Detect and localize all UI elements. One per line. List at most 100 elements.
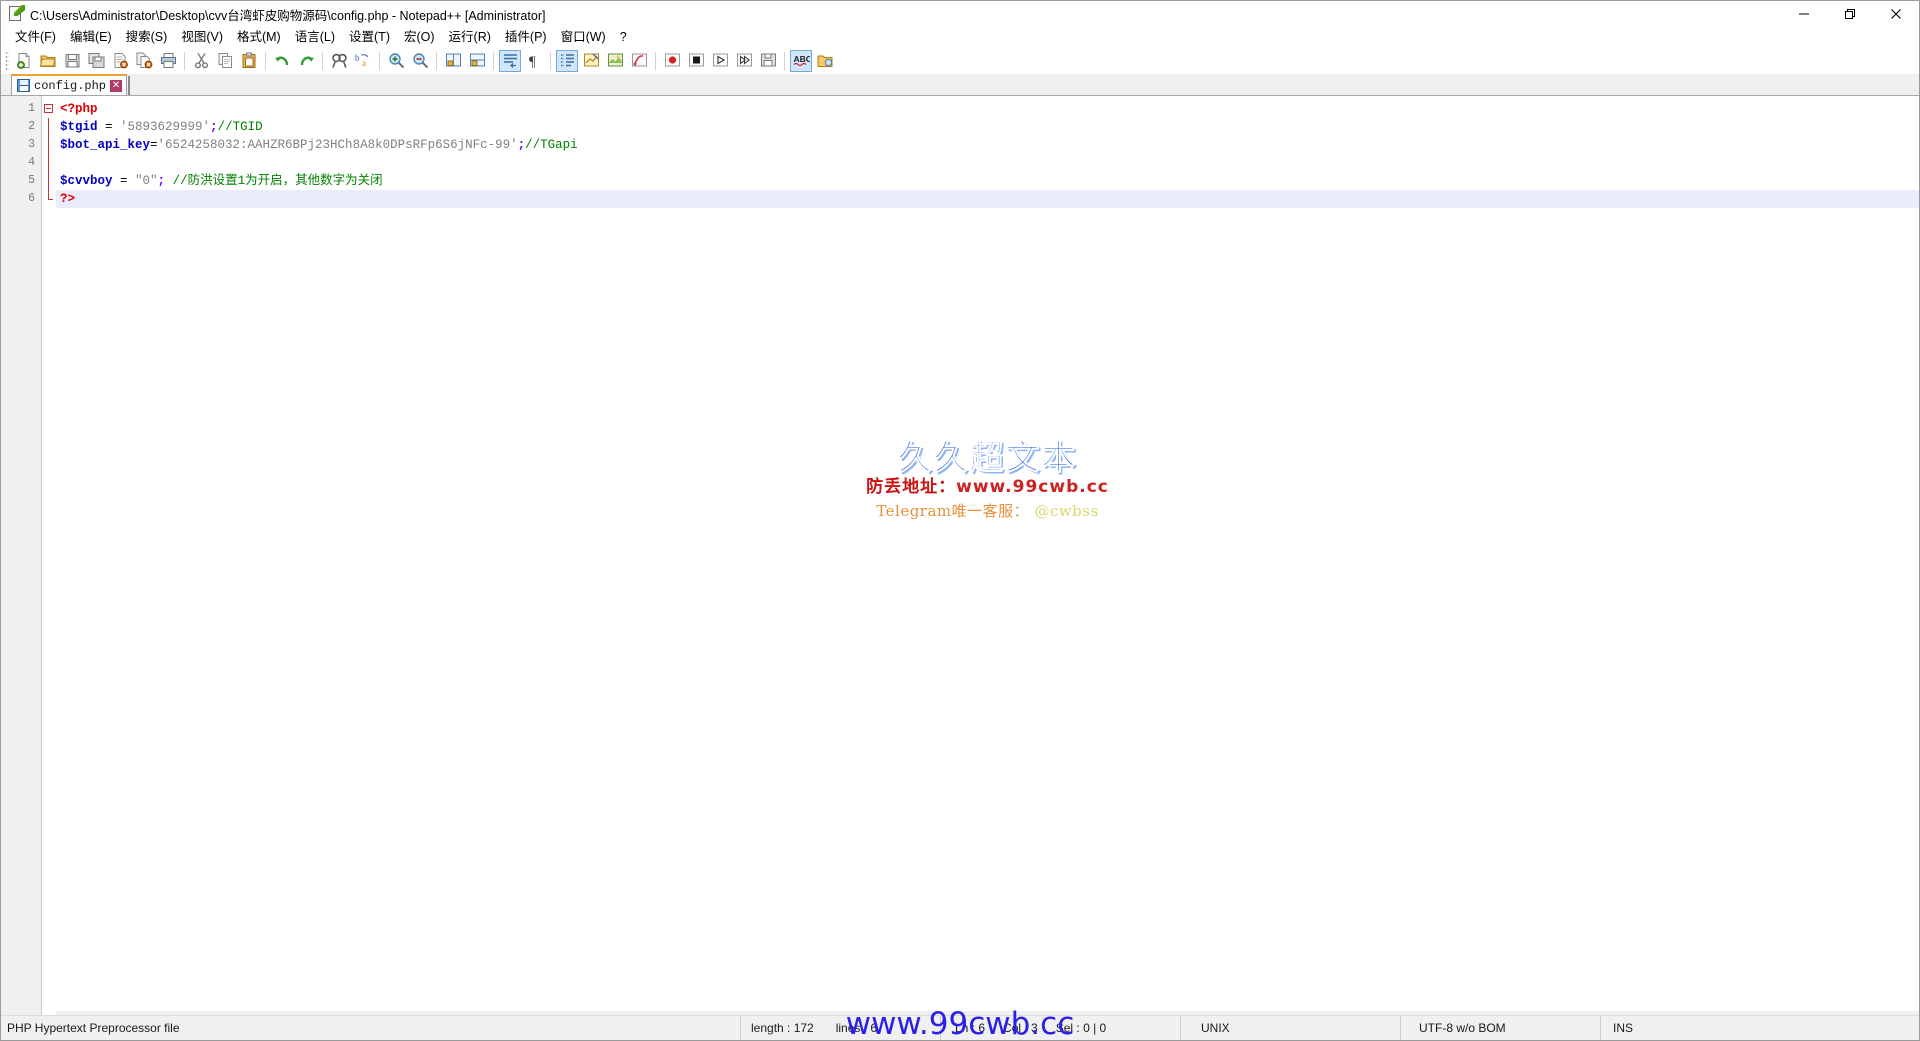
- play-multiple-macro-icon[interactable]: [733, 50, 755, 72]
- watermark-url: www.99cwb.cc: [956, 476, 1109, 497]
- close-all-icon[interactable]: [133, 50, 155, 72]
- code-token: $cvvboy: [60, 174, 113, 188]
- spell-check-icon[interactable]: ABC: [790, 49, 812, 72]
- svg-text:a: a: [362, 58, 366, 68]
- tab-label: config.php: [34, 78, 107, 93]
- copy-icon[interactable]: [214, 50, 236, 72]
- code-token: =: [150, 138, 158, 152]
- app-icon: [7, 5, 25, 23]
- play-macro-icon[interactable]: [709, 50, 731, 72]
- watermark-title: 久久超文本: [897, 438, 1078, 478]
- watermark-telegram-handle: @cwbss: [1034, 501, 1099, 520]
- code-content[interactable]: <?php $tgid = '5893629999';//TGID $bot_a…: [56, 96, 1919, 1015]
- status-insert-mode[interactable]: INS: [1601, 1016, 1919, 1040]
- code-token: ;: [517, 138, 526, 152]
- line-number: 2: [28, 120, 35, 133]
- code-line-1: <?php: [56, 100, 1919, 118]
- toolbar-separator: [655, 51, 656, 70]
- status-caret-position: Ln : 6 Col : 3 Sel : 0 | 0: [941, 1016, 1181, 1040]
- code-token: ;: [157, 174, 166, 188]
- status-ln: Ln : 6: [955, 1021, 986, 1035]
- close-button[interactable]: [1873, 1, 1919, 27]
- menu-edit[interactable]: 编辑(E): [63, 27, 119, 48]
- horizontal-scrollbar[interactable]: [56, 1011, 1919, 1015]
- code-line-2: $tgid = '5893629999';//TGID: [56, 118, 1919, 136]
- user-defined-language-icon[interactable]: [580, 50, 602, 72]
- line-number-gutter: 1 2 3 4 5 6: [1, 96, 42, 1015]
- save-macro-icon[interactable]: [757, 50, 779, 72]
- close-icon[interactable]: ✕: [110, 79, 123, 92]
- fold-collapse-icon[interactable]: [44, 104, 53, 113]
- save-icon[interactable]: [61, 50, 83, 72]
- editor-area[interactable]: 1 2 3 4 5 6 <?php $tgid = '5893629999';/…: [1, 96, 1919, 1015]
- zoom-out-icon[interactable]: [409, 50, 431, 72]
- code-token: '5893629999': [120, 120, 211, 134]
- code-line-3: $bot_api_key='6524258032:AAHZR6BPj23HCh8…: [56, 136, 1919, 154]
- minimize-button[interactable]: [1781, 1, 1827, 27]
- redo-icon[interactable]: [295, 50, 317, 72]
- undo-icon[interactable]: [271, 50, 293, 72]
- toolbar-separator: [265, 51, 266, 70]
- zoom-in-icon[interactable]: [385, 50, 407, 72]
- toolbar-grip[interactable]: [5, 50, 9, 71]
- show-all-characters-icon[interactable]: ¶: [523, 50, 545, 72]
- sync-horizontal-scroll-icon[interactable]: [466, 50, 488, 72]
- new-file-icon[interactable]: [13, 50, 35, 72]
- code-token: $bot_api_key: [60, 138, 151, 152]
- tab-config-php[interactable]: config.php ✕: [11, 74, 128, 95]
- code-token: <?php: [60, 102, 98, 116]
- watermark-url-line: 防丢地址：www.99cwb.cc: [56, 476, 1919, 497]
- replace-icon[interactable]: b a: [352, 50, 374, 72]
- cut-icon[interactable]: [190, 50, 212, 72]
- center-watermark: 久久超文本 防丢地址：www.99cwb.cc Telegram唯一客服： @c…: [56, 438, 1919, 520]
- code-token: //防洪设置1为开启，其他数字为关闭: [165, 174, 383, 188]
- menu-bar: 文件(F) 编辑(E) 搜索(S) 视图(V) 格式(M) 语言(L) 设置(T…: [1, 27, 1919, 48]
- record-macro-icon[interactable]: [661, 50, 683, 72]
- code-token: ;: [210, 120, 218, 134]
- line-number: 6: [28, 192, 35, 205]
- maximize-button[interactable]: [1827, 1, 1873, 27]
- status-encoding[interactable]: UTF-8 w/o BOM: [1401, 1016, 1601, 1040]
- toolbar-separator: [784, 51, 785, 70]
- save-all-icon[interactable]: [85, 50, 107, 72]
- watermark-telegram-line: Telegram唯一客服： @cwbss: [56, 501, 1919, 520]
- menu-language[interactable]: 语言(L): [288, 27, 342, 48]
- save-blue-icon: [17, 79, 30, 92]
- close-file-icon[interactable]: [109, 50, 131, 72]
- code-token: "0": [135, 174, 158, 188]
- menu-settings[interactable]: 设置(T): [342, 27, 397, 48]
- menu-run[interactable]: 运行(R): [442, 27, 498, 48]
- print-icon[interactable]: [157, 50, 179, 72]
- code-token: '6524258032:AAHZR6BPj23HCh8A8k0DPsRFp6S6…: [157, 138, 518, 152]
- menu-plugins[interactable]: 插件(P): [498, 27, 554, 48]
- code-token: $tgid: [60, 120, 98, 134]
- toolbar-separator: [550, 51, 551, 70]
- menu-file[interactable]: 文件(F): [8, 27, 63, 48]
- toolbar-separator: [493, 51, 494, 70]
- notepadpp-window: C:\Users\Administrator\Desktop\cvv台湾虾皮购物…: [0, 0, 1920, 1041]
- paste-icon[interactable]: [238, 50, 260, 72]
- word-wrap-icon[interactable]: [499, 49, 521, 72]
- find-icon[interactable]: [328, 50, 350, 72]
- menu-window[interactable]: 窗口(W): [554, 27, 613, 48]
- menu-search[interactable]: 搜索(S): [119, 27, 175, 48]
- show-indent-guide-icon[interactable]: [556, 49, 578, 72]
- menu-format[interactable]: 格式(M): [230, 27, 288, 48]
- code-line-5: $cvvboy = "0"; //防洪设置1为开启，其他数字为关闭: [56, 172, 1919, 190]
- code-token: =: [112, 174, 136, 188]
- open-file-icon[interactable]: [37, 50, 59, 72]
- function-list-icon[interactable]: [628, 50, 650, 72]
- code-folding-column[interactable]: [42, 96, 56, 1015]
- menu-help[interactable]: ?: [613, 27, 634, 48]
- folder-as-workspace-icon[interactable]: [814, 50, 836, 72]
- menu-view[interactable]: 视图(V): [174, 27, 230, 48]
- sync-vertical-scroll-icon[interactable]: [442, 50, 464, 72]
- stop-macro-icon[interactable]: [685, 50, 707, 72]
- toolbar: b a ¶ ABC: [1, 48, 1919, 74]
- code-token: //TGID: [217, 120, 263, 134]
- document-map-icon[interactable]: [604, 50, 626, 72]
- menu-macro[interactable]: 宏(O): [397, 27, 442, 48]
- status-eol-format[interactable]: UNIX: [1181, 1016, 1401, 1040]
- status-length: length : 172: [751, 1021, 814, 1035]
